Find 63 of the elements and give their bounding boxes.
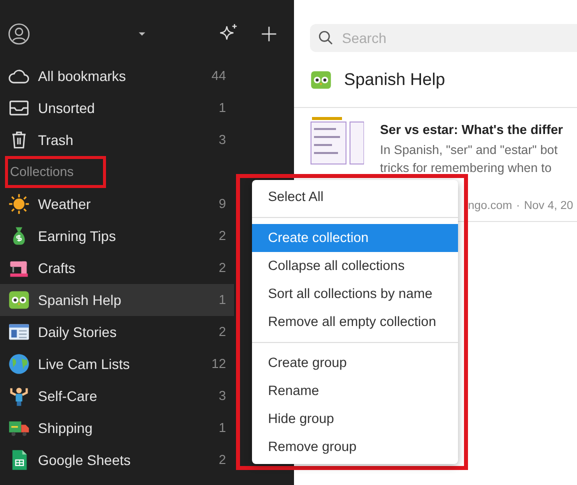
item-count: 9 xyxy=(218,195,226,214)
sidebar-item[interactable]: Spanish Help 1 xyxy=(0,284,234,316)
caret-icon[interactable] xyxy=(138,30,146,38)
section-heading: Collections xyxy=(10,163,74,182)
item-label: Weather xyxy=(38,194,92,214)
item-label: Spanish Help xyxy=(38,290,122,310)
item-count: 2 xyxy=(218,227,226,246)
search-field[interactable]: Search xyxy=(310,24,577,52)
item-label: Unsorted xyxy=(38,98,96,118)
separator-dot: · xyxy=(516,198,520,214)
sidebar-item[interactable]: Daily Stories 2 xyxy=(0,316,234,348)
menu-item[interactable]: Remove all empty collection xyxy=(252,308,458,336)
bookmark-source: ngo.com xyxy=(468,198,512,214)
sidebar-item[interactable]: Crafts 2 xyxy=(0,252,234,284)
item-count: 3 xyxy=(218,131,226,150)
item-count: 44 xyxy=(212,67,226,86)
item-count: 12 xyxy=(212,355,226,374)
item-label: Live Cam Lists xyxy=(38,354,131,374)
menu-item[interactable]: Select All xyxy=(252,183,458,211)
sidebar-item[interactable]: All bookmarks 44 xyxy=(0,60,234,92)
item-label: Trash xyxy=(38,130,74,150)
item-count: 2 xyxy=(218,259,226,278)
item-label: Crafts xyxy=(38,258,76,278)
item-count: 1 xyxy=(218,419,226,438)
item-count: 2 xyxy=(218,323,226,342)
item-label: Self-Care xyxy=(38,386,98,406)
bookmark-excerpt: tricks for remembering when to xyxy=(380,160,553,176)
sidebar-item[interactable]: Shipping 1 xyxy=(0,412,234,444)
sidebar-item[interactable]: Earning Tips 2 xyxy=(0,220,234,252)
menu-item[interactable]: Remove group xyxy=(252,433,458,461)
item-label: All bookmarks xyxy=(38,66,127,86)
strong-person-icon xyxy=(8,385,30,407)
owl-icon xyxy=(310,68,332,90)
item-label: Google Sheets xyxy=(38,450,132,470)
sidebar-item[interactable]: Live Cam Lists 12 xyxy=(0,348,234,380)
menu-item[interactable]: Sort all collections by name xyxy=(252,280,458,308)
plus-icon[interactable] xyxy=(260,25,278,43)
item-count: 1 xyxy=(218,291,226,310)
menu-item[interactable]: Create collection xyxy=(252,224,458,252)
bookmark-title[interactable]: Ser vs estar: What's the differ xyxy=(380,120,574,140)
item-label: Earning Tips xyxy=(38,226,117,246)
item-count: 1 xyxy=(218,99,226,118)
sidebar-item[interactable]: Self-Care 3 xyxy=(0,380,234,412)
sidebar-item[interactable]: Unsorted 1 xyxy=(0,92,234,124)
collection-title: Spanish Help xyxy=(344,68,446,91)
item-label: Shipping xyxy=(38,418,94,438)
item-count: 2 xyxy=(218,451,226,470)
sidebar-item[interactable]: Trash 3 xyxy=(0,124,234,156)
item-count: 3 xyxy=(218,387,226,406)
avatar-icon[interactable] xyxy=(8,23,30,45)
menu-item[interactable]: Hide group xyxy=(252,405,458,433)
menu-item[interactable]: Collapse all collections xyxy=(252,252,458,280)
sun-icon xyxy=(8,193,30,215)
search-icon xyxy=(318,30,334,46)
sidebar-item[interactable]: Google Sheets 2 xyxy=(0,444,234,476)
item-label: Daily Stories xyxy=(38,322,118,342)
bookmark-excerpt: In Spanish, "ser" and "estar" bot xyxy=(380,142,559,158)
menu-item[interactable]: Rename xyxy=(252,377,458,405)
sidebar-item[interactable]: Weather 9 xyxy=(0,188,234,220)
globe-icon xyxy=(8,353,30,375)
bookmark-date: Nov 4, 20 xyxy=(524,198,574,214)
owl-icon xyxy=(8,289,30,311)
menu-item[interactable]: Create group xyxy=(252,349,458,377)
